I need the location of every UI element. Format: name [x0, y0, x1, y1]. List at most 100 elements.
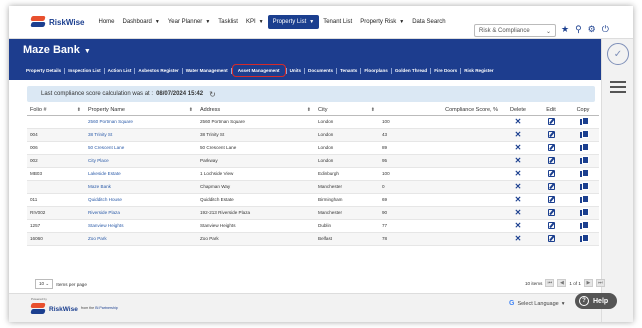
column-header-city[interactable]: City ⬍ — [315, 106, 379, 116]
edit-icon[interactable] — [547, 182, 555, 190]
menu-item-kpi[interactable]: KPI ▼ — [242, 6, 268, 39]
property-title[interactable]: Maze Bank ▼ — [23, 44, 91, 56]
copy-icon[interactable] — [579, 221, 589, 229]
subnav-risk-register[interactable]: Risk Register — [461, 68, 496, 73]
edit-icon[interactable] — [547, 143, 555, 151]
first-page-button[interactable]: ⏮ — [545, 279, 555, 287]
edit-icon[interactable] — [547, 117, 555, 125]
copy-icon[interactable] — [579, 130, 589, 138]
edit-cell — [535, 141, 567, 155]
subnav-asbestos-register[interactable]: Asbestos Register — [135, 68, 181, 73]
delete-icon[interactable]: ✕ — [515, 156, 522, 165]
subnav-property-details[interactable]: Property Details — [23, 68, 64, 73]
cell-name[interactable]: Stanview Heights — [85, 219, 197, 233]
delete-icon[interactable]: ✕ — [515, 117, 522, 126]
edit-icon[interactable] — [547, 130, 555, 138]
delete-icon[interactable]: ✕ — [515, 195, 522, 204]
subnav-tenants[interactable]: Tenants — [337, 68, 360, 73]
subnav-fire-doors[interactable]: Fire Doors — [431, 68, 460, 73]
cell-score: 78 — [379, 232, 501, 246]
shield-check-icon[interactable]: ✓ — [607, 43, 629, 65]
edit-icon[interactable] — [547, 169, 555, 177]
cell-name[interactable]: Quidditch House — [85, 193, 197, 207]
table-row: MB03 Lakeside Estate 1 Lochside View Edinbu… — [27, 167, 599, 181]
menu-item-property-risk[interactable]: Property Risk ▼ — [356, 6, 408, 39]
power-icon[interactable]: ⏻ — [602, 24, 609, 35]
cell-name[interactable]: 2560 Portman Square — [85, 115, 197, 129]
cell-city: Edinburgh — [315, 167, 379, 181]
menu-item-year-planner[interactable]: Year Planner ▼ — [164, 6, 214, 39]
edit-icon[interactable] — [547, 156, 555, 164]
copy-icon[interactable] — [579, 182, 589, 190]
riskwise-logo[interactable]: RiskWise — [30, 16, 85, 28]
edit-icon[interactable] — [547, 234, 555, 242]
copy-icon[interactable] — [579, 208, 589, 216]
partnership-link[interactable]: Bi Partnership — [95, 306, 118, 310]
delete-icon[interactable]: ✕ — [515, 221, 522, 230]
sort-icon[interactable]: ⬍ — [371, 107, 375, 113]
organisation-select[interactable]: Risk & Compliance ⌄ — [474, 24, 556, 37]
cell-name[interactable]: City Place — [85, 154, 197, 168]
cell-name[interactable]: Lakeside Estate — [85, 167, 197, 181]
copy-icon[interactable] — [579, 195, 589, 203]
menu-item-property-list[interactable]: Property List ▼ — [267, 15, 320, 29]
page-size-select[interactable]: 10 ⌄ — [35, 279, 54, 289]
next-page-button[interactable]: ▶ — [583, 279, 593, 287]
cell-name[interactable]: Zoo Park — [85, 232, 197, 246]
cell-name[interactable]: Riverside Plaza — [85, 206, 197, 220]
edit-icon[interactable] — [547, 208, 555, 216]
copy-icon[interactable] — [579, 117, 589, 125]
sort-icon[interactable]: ⬍ — [307, 107, 311, 113]
menu-item-tasklist[interactable]: Tasklist — [214, 6, 242, 39]
copy-icon[interactable] — [579, 156, 589, 164]
cell-name[interactable]: 38 Trinity St — [85, 128, 197, 142]
menu-item-dashboard[interactable]: Dashboard ▼ — [119, 6, 164, 39]
delete-icon[interactable]: ✕ — [515, 208, 522, 217]
menu-item-home[interactable]: Home — [95, 6, 119, 39]
help-button[interactable]: ? Help — [575, 293, 617, 309]
subnav-water-management[interactable]: Water Management — [183, 68, 231, 73]
delete-icon[interactable]: ✕ — [515, 130, 522, 139]
delete-icon[interactable]: ✕ — [515, 182, 522, 191]
column-header-address[interactable]: Address ⬍ — [197, 106, 315, 116]
subnav-units[interactable]: Units — [287, 68, 304, 73]
menu-item-label: Tasklist — [218, 19, 238, 25]
previous-page-button[interactable]: ◀ — [557, 279, 567, 287]
cell-address: Chapman Way — [197, 180, 315, 194]
delete-icon[interactable]: ✕ — [515, 234, 522, 243]
cell-name[interactable]: Maze Bank — [85, 180, 197, 194]
edit-icon[interactable] — [547, 195, 555, 203]
column-header-folio[interactable]: Folio # ⬍ — [27, 106, 85, 116]
subnav-inspection-list[interactable]: Inspection List — [65, 68, 103, 73]
copy-icon[interactable] — [579, 143, 589, 151]
last-page-button[interactable]: ⏭ — [595, 279, 605, 287]
sort-icon[interactable]: ⬍ — [189, 107, 193, 113]
cell-address: Parkway — [197, 154, 315, 168]
subnav-action-list[interactable]: Action List — [105, 68, 135, 73]
star-icon[interactable]: ★ — [561, 24, 569, 35]
delete-icon[interactable]: ✕ — [515, 143, 522, 152]
language-select[interactable]: G Select Language ▾ — [509, 300, 565, 307]
menu-item-tenant-list[interactable]: Tenant List — [319, 6, 356, 39]
menu-item-label: KPI — [245, 19, 256, 25]
hamburger-menu-icon[interactable] — [610, 81, 626, 96]
subnav-golden-thread[interactable]: Golden Thread — [392, 68, 430, 73]
compliance-timestamp: 08/07/2024 15:42 — [156, 91, 204, 97]
refresh-icon[interactable]: ↻ — [209, 90, 216, 99]
copy-icon[interactable] — [579, 169, 589, 177]
cell-name[interactable]: 50 Crescent Lane — [85, 141, 197, 155]
top-navigation: RiskWise Home Dashboard ▼ Year Planner ▼ Task… — [9, 6, 633, 39]
column-header-property-name[interactable]: Property Name ⬍ — [85, 106, 197, 116]
menu-item-data-search[interactable]: Data Search — [408, 6, 449, 39]
search-icon[interactable]: ⚲ — [575, 24, 582, 35]
gear-icon[interactable]: ⚙ — [588, 24, 596, 35]
copy-icon[interactable] — [579, 234, 589, 242]
subnav-documents[interactable]: Documents — [305, 68, 336, 73]
sort-icon[interactable]: ⬍ — [77, 107, 81, 113]
delete-icon[interactable]: ✕ — [515, 169, 522, 178]
cell-address: Quidditch Estate — [197, 193, 315, 207]
subnav-floorplans[interactable]: Floorplans — [361, 68, 390, 73]
menu-item-label: Dashboard — [122, 19, 152, 25]
subnav-asset-management[interactable]: Asset Management — [231, 64, 286, 77]
edit-icon[interactable] — [547, 221, 555, 229]
